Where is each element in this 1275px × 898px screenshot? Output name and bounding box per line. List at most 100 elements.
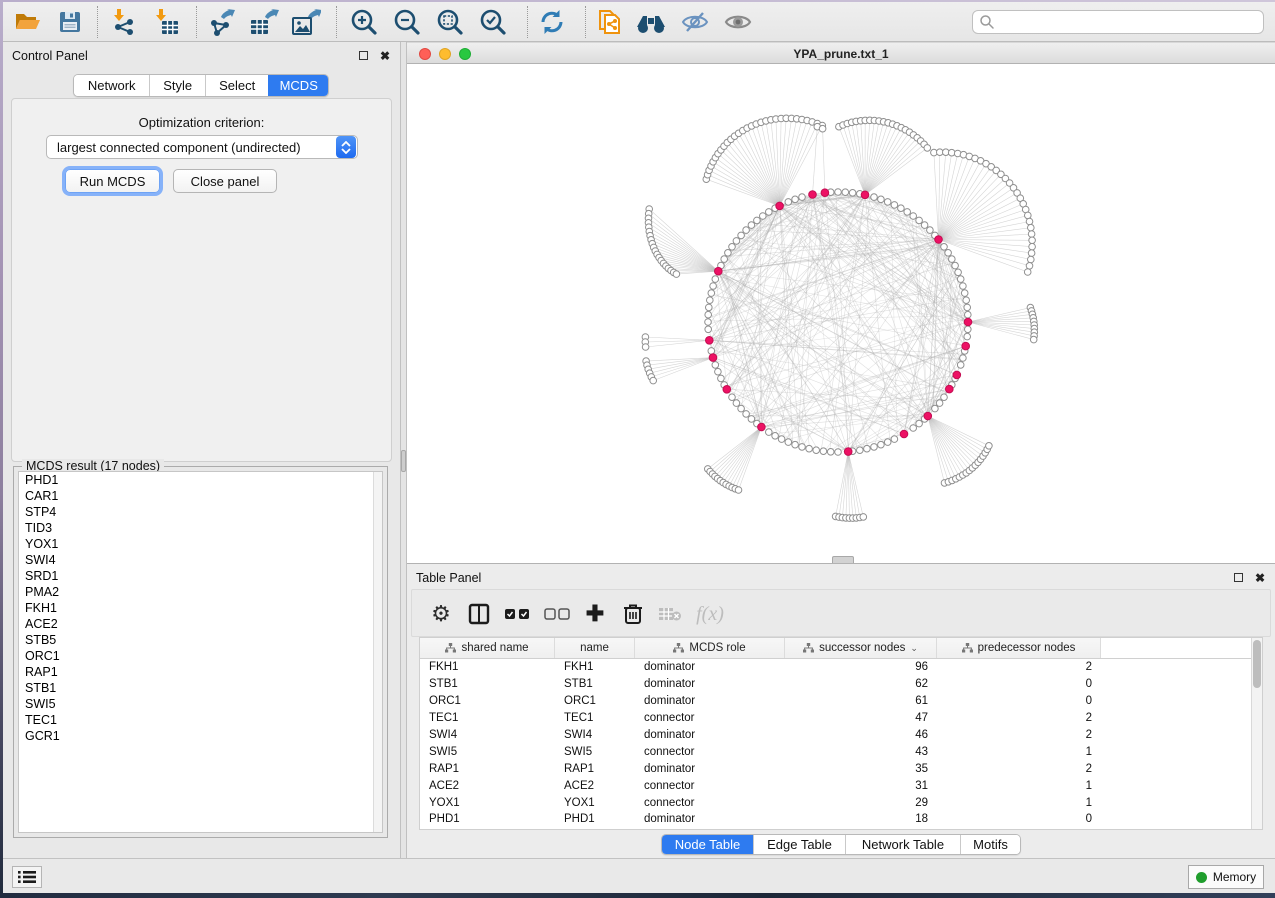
table-row[interactable]: SWI5SWI5connector431 <box>420 743 1251 760</box>
float-panel-icon[interactable] <box>356 49 370 62</box>
close-panel-icon[interactable]: ✖ <box>378 49 392 62</box>
mcds-node[interactable] <box>709 354 717 362</box>
create-column-icon[interactable]: ✚ <box>580 599 610 629</box>
table-row[interactable]: YOX1YOX1connector291 <box>420 794 1251 811</box>
mcds-result-item[interactable]: CAR1 <box>19 488 382 504</box>
column-header-predecessor-nodes[interactable]: predecessor nodes <box>937 638 1101 658</box>
network-node[interactable] <box>878 441 885 448</box>
network-node[interactable] <box>864 445 871 452</box>
network-node[interactable] <box>898 205 905 212</box>
mcds-node[interactable] <box>758 423 766 431</box>
show-graphics-icon[interactable] <box>722 7 754 37</box>
network-node[interactable] <box>738 405 745 412</box>
mcds-result-item[interactable]: YOX1 <box>19 536 382 552</box>
network-node[interactable] <box>941 244 948 251</box>
network-node[interactable] <box>743 227 750 234</box>
network-node[interactable] <box>729 394 736 401</box>
network-node[interactable] <box>964 333 971 340</box>
network-node[interactable] <box>785 199 792 206</box>
network-node[interactable] <box>955 269 962 276</box>
network-graph[interactable] <box>407 64 1275 563</box>
mcds-node[interactable] <box>962 342 970 350</box>
network-node[interactable] <box>799 444 806 451</box>
show-columns-icon[interactable] <box>464 599 494 629</box>
table-row[interactable]: TEC1TEC1connector472 <box>420 710 1251 727</box>
mcds-result-item[interactable]: FKH1 <box>19 600 382 616</box>
close-table-panel-icon[interactable]: ✖ <box>1253 571 1267 584</box>
tab-select[interactable]: Select <box>205 75 269 96</box>
network-node[interactable] <box>792 441 799 448</box>
tab-node-table[interactable]: Node Table <box>662 835 753 854</box>
tab-style[interactable]: Style <box>149 75 205 96</box>
network-node[interactable] <box>835 189 842 196</box>
zoom-fit-icon[interactable] <box>434 7 466 37</box>
network-node[interactable] <box>916 420 923 427</box>
network-node[interactable] <box>963 297 970 304</box>
mcds-result-item[interactable]: STB1 <box>19 680 382 696</box>
mcds-result-list[interactable]: PHD1CAR1STP4TID3YOX1SWI4SRD1PMA2FKH1ACE2… <box>18 471 383 833</box>
network-node[interactable] <box>799 194 806 201</box>
optimization-criterion-dropdown[interactable]: largest connected component (undirected) <box>46 135 358 159</box>
delete-columns-icon[interactable] <box>618 599 648 629</box>
open-session-icon[interactable] <box>12 7 44 37</box>
clone-network-icon[interactable] <box>594 7 626 37</box>
network-node[interactable] <box>924 145 931 152</box>
network-node[interactable] <box>857 447 864 454</box>
network-node[interactable] <box>754 217 761 224</box>
network-node[interactable] <box>965 326 972 333</box>
table-scrollbar-thumb[interactable] <box>1253 640 1261 688</box>
select-all-rows-icon[interactable] <box>502 599 532 629</box>
network-node[interactable] <box>1028 231 1035 238</box>
network-node[interactable] <box>785 439 792 446</box>
mcds-result-item[interactable]: SWI4 <box>19 552 382 568</box>
network-node[interactable] <box>729 244 736 251</box>
network-node[interactable] <box>760 213 767 220</box>
mcds-node[interactable] <box>861 191 869 199</box>
network-node[interactable] <box>960 283 967 290</box>
mcds-result-item[interactable]: SRD1 <box>19 568 382 584</box>
network-node[interactable] <box>949 256 956 263</box>
mcds-node[interactable] <box>900 430 908 438</box>
network-node[interactable] <box>718 375 725 382</box>
mcds-result-item[interactable]: GCR1 <box>19 728 382 744</box>
table-row[interactable]: STB1STB1dominator620 <box>420 676 1251 693</box>
deselect-all-rows-icon[interactable] <box>542 599 572 629</box>
run-mcds-button[interactable]: Run MCDS <box>65 169 160 193</box>
mcds-result-item[interactable]: SWI5 <box>19 696 382 712</box>
zoom-in-icon[interactable] <box>348 7 380 37</box>
network-node[interactable] <box>884 439 891 446</box>
network-node[interactable] <box>778 436 785 443</box>
network-node[interactable] <box>941 394 948 401</box>
network-node[interactable] <box>673 271 680 278</box>
network-node[interactable] <box>1030 336 1037 343</box>
network-node[interactable] <box>921 222 928 229</box>
mcds-result-item[interactable]: TEC1 <box>19 712 382 728</box>
network-node[interactable] <box>738 232 745 239</box>
network-node[interactable] <box>842 189 849 196</box>
network-node[interactable] <box>1029 243 1036 250</box>
table-row[interactable]: SWI4SWI4dominator462 <box>420 727 1251 744</box>
network-node[interactable] <box>725 250 732 257</box>
network-node[interactable] <box>957 362 964 369</box>
export-table-icon[interactable] <box>248 7 280 37</box>
network-node[interactable] <box>650 377 657 384</box>
network-node[interactable] <box>827 449 834 456</box>
network-node[interactable] <box>871 194 878 201</box>
network-node[interactable] <box>772 433 779 440</box>
network-node[interactable] <box>927 227 934 234</box>
mcds-node[interactable] <box>924 412 932 420</box>
network-node[interactable] <box>904 209 911 216</box>
network-view-canvas[interactable] <box>407 64 1275 563</box>
tab-network[interactable]: Network <box>74 75 149 96</box>
network-node[interactable] <box>1026 218 1033 225</box>
mcds-node[interactable] <box>844 448 852 456</box>
network-node[interactable] <box>712 276 719 283</box>
network-node[interactable] <box>849 190 856 197</box>
mcds-node[interactable] <box>935 236 943 244</box>
network-node[interactable] <box>705 319 712 326</box>
network-node[interactable] <box>916 217 923 224</box>
zoom-out-icon[interactable] <box>391 7 423 37</box>
mcds-result-item[interactable]: RAP1 <box>19 664 382 680</box>
zoom-selected-icon[interactable] <box>477 7 509 37</box>
network-node[interactable] <box>878 196 885 203</box>
